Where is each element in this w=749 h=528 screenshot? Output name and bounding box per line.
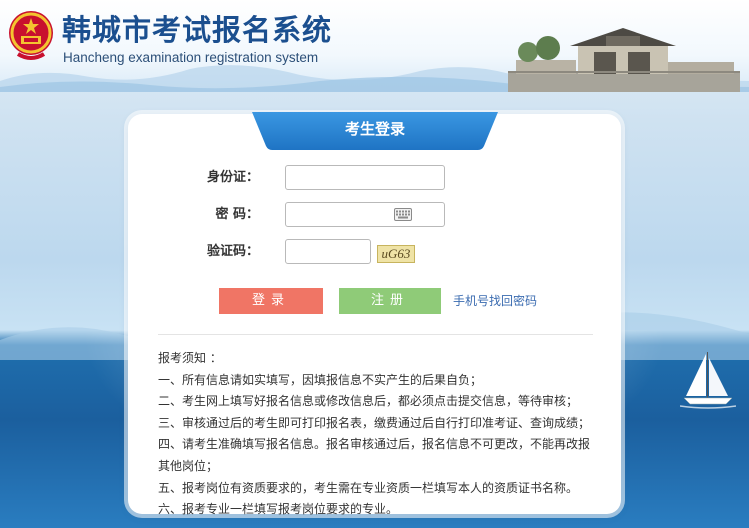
id-input[interactable] (285, 165, 445, 190)
notice-item: 四、请考生准确填写报名信息。报名审核通过后，报名信息不可更改，不能再改报其他岗位… (158, 437, 591, 473)
password-row: 密 码： (128, 202, 621, 228)
id-row: 身份证： (128, 165, 621, 191)
notice-item: 六、报考专业一栏填写报考岗位要求的专业。 (158, 502, 399, 517)
captcha-image[interactable]: uG63 (377, 245, 415, 263)
notice-item: 二、考生网上填写好报名信息或修改信息后，都必须点击提交信息，等待审核； (158, 394, 579, 409)
login-button[interactable]: 登录 (219, 288, 323, 314)
captcha-input[interactable] (285, 239, 371, 264)
site-title: 韩城市考试报名系统 (62, 13, 333, 47)
login-panel: 考生登录 身份证： 密 码： 验证码： uG63 登录 注册 手机号找回密码 报… (128, 112, 621, 516)
password-label: 密 码： (215, 207, 259, 222)
captcha-row: 验证码： uG63 (128, 239, 621, 265)
password-input[interactable] (285, 202, 445, 227)
divider (158, 334, 593, 335)
register-button[interactable]: 注册 (339, 288, 441, 314)
captcha-label: 验证码： (206, 244, 259, 259)
site-header: 韩城市考试报名系统 Hancheng examination registrat… (0, 0, 749, 92)
city-gate-illustration (508, 28, 740, 92)
keyboard-icon[interactable] (394, 208, 412, 221)
notice-item: 一、所有信息请如实填写，因填报信息不实产生的后果自负； (158, 372, 483, 387)
notice-section: 报考须知 ： 一、所有信息请如实填写，因填报信息不实产生的后果自负； 二、考生网… (158, 348, 598, 521)
national-emblem-icon (9, 11, 53, 60)
id-label: 身份证： (206, 170, 259, 185)
notice-item: 三、审核通过后的考生即可打印报名表，缴费通过后自行打印准考证、查询成绩； (158, 415, 591, 430)
notice-item: 五、报考岗位有资质要求的，考生需在专业资质一栏填写本人的资质证书名称。 (158, 480, 579, 495)
login-tab-header: 考生登录 (252, 112, 498, 150)
sailboat-illustration (680, 352, 736, 409)
notice-heading: 报考须知 ： (158, 351, 222, 365)
recover-password-link[interactable]: 手机号找回密码 (453, 292, 537, 310)
login-tab-title: 考生登录 (344, 120, 405, 138)
site-subtitle: Hancheng examination registration system (63, 50, 319, 65)
